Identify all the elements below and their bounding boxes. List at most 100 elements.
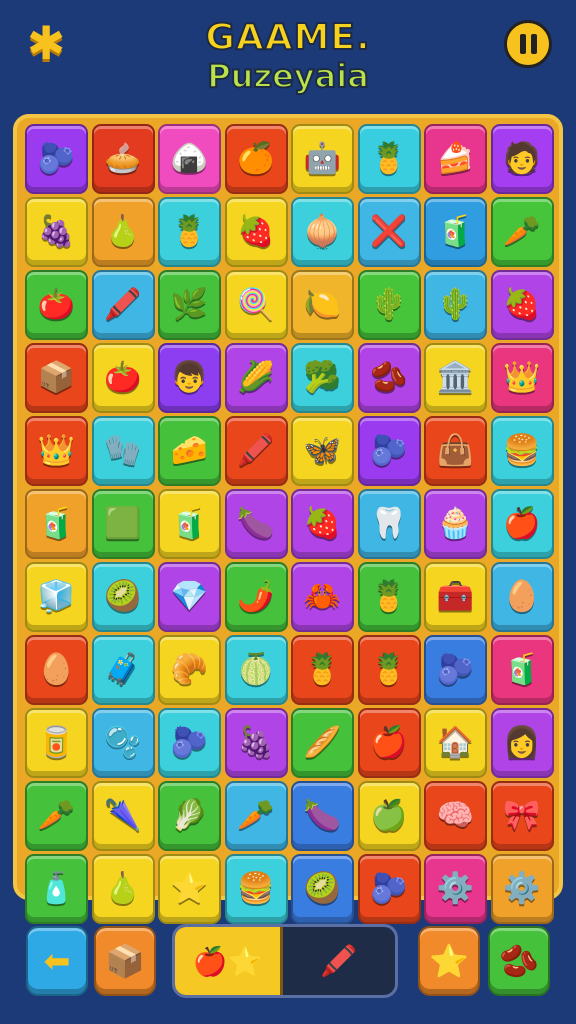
board-tile[interactable]: 🍔 [224, 854, 288, 924]
board-tile[interactable]: 🍓 [291, 489, 354, 559]
puzzle-piece-icon[interactable]: ✱ [18, 16, 74, 70]
board-tile[interactable]: 🍊 [224, 124, 288, 194]
board-tile[interactable]: 🌿 [158, 270, 221, 340]
board-tile[interactable]: 📦 [25, 343, 88, 413]
board-tile[interactable]: 🌂 [91, 781, 155, 851]
board-tile[interactable]: 🌽 [224, 343, 288, 413]
board-tile[interactable]: 🧃 [158, 489, 221, 559]
board-tile[interactable]: ⭐ [158, 854, 221, 924]
board-tile[interactable]: 👩 [490, 708, 554, 778]
board-tile[interactable]: 👦 [158, 343, 221, 413]
board-tile[interactable]: 🍭 [224, 270, 288, 340]
tile-item-icon: 💎 [170, 579, 209, 614]
board-tile[interactable]: 🥕 [490, 197, 554, 267]
board-tile[interactable]: 🌶️ [224, 562, 288, 632]
board-tile[interactable]: 🍍 [357, 562, 421, 632]
board-tile[interactable]: 🍇 [224, 708, 288, 778]
board-tile[interactable]: 🧰 [424, 562, 487, 632]
board-tile[interactable]: 🍍 [291, 635, 354, 705]
board-tile[interactable]: 🍓 [224, 197, 288, 267]
board-tile[interactable]: 🥝 [291, 854, 354, 924]
board-tile[interactable]: 🍐 [91, 854, 155, 924]
board-tile[interactable]: 🍍 [357, 124, 421, 194]
board-tile[interactable]: 🦷 [357, 489, 421, 559]
board-tile[interactable]: 🧊 [25, 562, 88, 632]
tile-item-icon: 🫐 [37, 141, 76, 176]
board-tile[interactable]: 🍰 [424, 124, 487, 194]
board-tile[interactable]: 🧳 [91, 635, 155, 705]
board-tile[interactable]: ⚙️ [490, 854, 554, 924]
board-tile[interactable]: 🍔 [490, 416, 554, 486]
board-tile[interactable]: 💎 [158, 562, 221, 632]
pause-button[interactable] [504, 20, 552, 68]
board-tile[interactable]: 🏠 [424, 708, 487, 778]
board-tile[interactable]: 🌵 [357, 270, 421, 340]
bean-button[interactable]: 🫘 [488, 926, 550, 996]
board-tile[interactable]: 🫐 [357, 854, 421, 924]
board-tile[interactable]: ⚙️ [424, 854, 487, 924]
board-tile[interactable]: 🍆 [291, 781, 354, 851]
board-tile[interactable]: 🫘 [357, 343, 421, 413]
board-tile[interactable]: 🥕 [25, 781, 88, 851]
board-tile[interactable]: 🥧 [91, 124, 155, 194]
board-tile[interactable]: 🥚 [490, 562, 554, 632]
board-tile[interactable]: 🟩 [91, 489, 155, 559]
board-tile[interactable]: 🥚 [25, 635, 88, 705]
board-tile[interactable]: 🍙 [158, 124, 221, 194]
board-tile[interactable]: 🍍 [357, 635, 421, 705]
board-tile[interactable]: 👑 [25, 416, 88, 486]
board-tile[interactable]: 🍈 [224, 635, 288, 705]
board-tile[interactable]: 🧤 [91, 416, 155, 486]
board-tile[interactable]: 🥖 [291, 708, 354, 778]
board-tile[interactable]: 🥕 [224, 781, 288, 851]
tile-grid: 🫐 🥧 🍙 🍊 🤖 🍍 🍰 🧑 🍇 🍐 🍍 🍓 🧅 ❌ 🧃 🥕 🍅 🖍️ 🌿 🍭 🍋 🌵 🌵 🍓 📦 🍅 👦 🌽 🥦 🫘 🏛️ 👑 👑 🧤 🧀 🖍️ 🦋… [25, 124, 554, 924]
board-tile[interactable]: 🫐 [424, 635, 487, 705]
board-tile[interactable]: 🖍️ [224, 416, 288, 486]
tray-slot[interactable]: 🖍️ [283, 927, 395, 995]
board-tile[interactable]: 👑 [490, 343, 554, 413]
board-tile[interactable]: 🤖 [291, 124, 354, 194]
board-tile[interactable]: 🫐 [357, 416, 421, 486]
board-tile[interactable]: 🍎 [490, 489, 554, 559]
board-tile[interactable]: 🥝 [91, 562, 155, 632]
tile-item-icon: 🍅 [37, 287, 76, 322]
board-tile[interactable]: 🍏 [357, 781, 421, 851]
board-tile[interactable]: 🧅 [291, 197, 354, 267]
board-tile[interactable]: 🌵 [424, 270, 487, 340]
tray-filled-slot[interactable]: 🍎⭐ [175, 927, 283, 995]
star-button[interactable]: ⭐ [418, 926, 480, 996]
board-tile[interactable]: 🍎 [357, 708, 421, 778]
board-tile[interactable]: 👜 [424, 416, 487, 486]
board-tile[interactable]: 🧠 [424, 781, 487, 851]
board-tile[interactable]: 🦋 [291, 416, 354, 486]
board-tile[interactable]: 🧑 [490, 124, 554, 194]
board-tile[interactable]: 🫐 [25, 124, 88, 194]
board-tile[interactable]: 🍍 [158, 197, 221, 267]
board-tile[interactable]: 🍓 [490, 270, 554, 340]
board-tile[interactable]: 🧁 [424, 489, 487, 559]
board-tile[interactable]: 🧃 [490, 635, 554, 705]
board-tile[interactable]: 🖍️ [91, 270, 155, 340]
board-tile[interactable]: 🍆 [224, 489, 288, 559]
board-tile[interactable]: 🧴 [25, 854, 88, 924]
back-button[interactable]: ⬅ [26, 926, 88, 996]
box-button[interactable]: 📦 [94, 926, 156, 996]
board-tile[interactable]: 🍋 [291, 270, 354, 340]
board-tile[interactable]: 🎀 [490, 781, 554, 851]
board-tile[interactable]: 🧃 [424, 197, 487, 267]
board-tile[interactable]: 🧀 [158, 416, 221, 486]
board-tile[interactable]: 🥦 [291, 343, 354, 413]
board-tile[interactable]: 🍅 [91, 343, 155, 413]
board-tile[interactable]: ❌ [357, 197, 421, 267]
board-tile[interactable]: 🥬 [158, 781, 221, 851]
board-tile[interactable]: 🥐 [158, 635, 221, 705]
board-tile[interactable]: 🍐 [91, 197, 155, 267]
board-tile[interactable]: 🏛️ [424, 343, 487, 413]
board-tile[interactable]: 🦀 [291, 562, 354, 632]
board-tile[interactable]: 🫐 [158, 708, 221, 778]
board-tile[interactable]: 🍇 [25, 197, 88, 267]
board-tile[interactable]: 🥫 [25, 708, 88, 778]
board-tile[interactable]: 🧃 [25, 489, 88, 559]
board-tile[interactable]: 🫧 [91, 708, 155, 778]
board-tile[interactable]: 🍅 [25, 270, 88, 340]
